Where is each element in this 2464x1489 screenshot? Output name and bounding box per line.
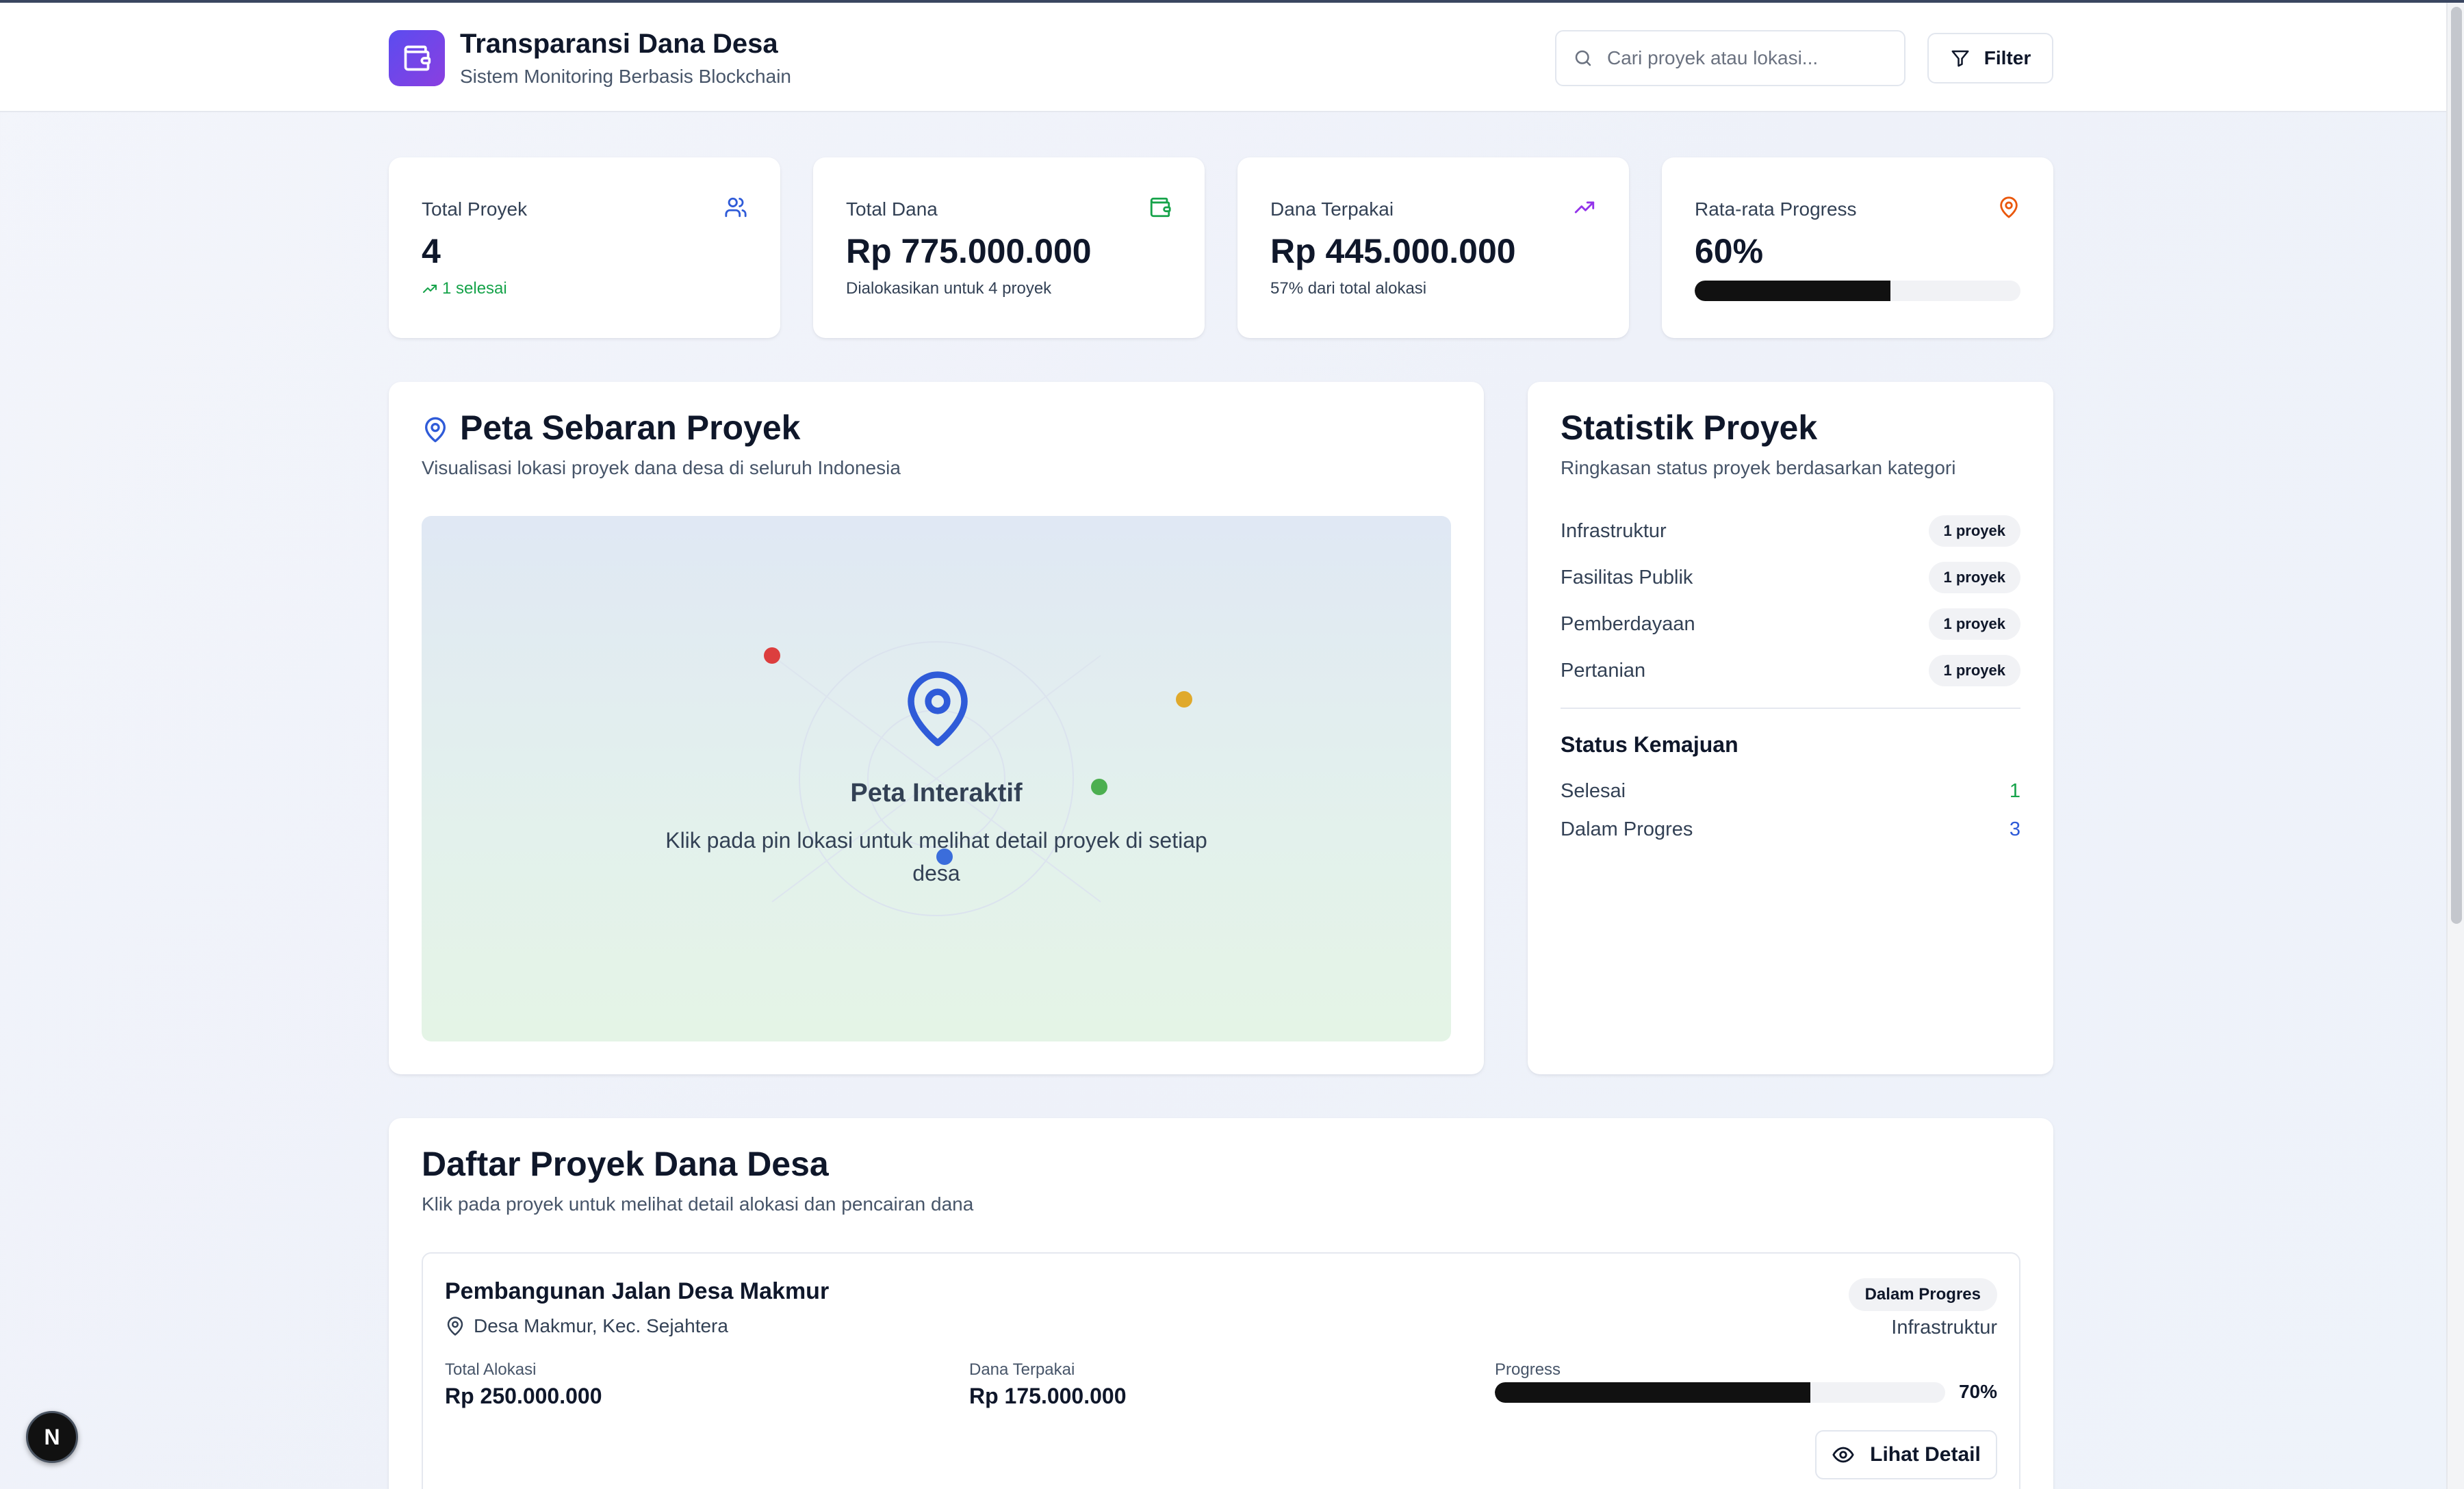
status-row: Selesai 1 <box>1561 780 2020 803</box>
map-pin-marker[interactable] <box>1176 691 1192 708</box>
category-row: Infrastruktur 1 proyek <box>1561 515 2020 547</box>
map-section-subtitle: Visualisasi lokasi proyek dana desa di s… <box>422 457 901 478</box>
map-pin-icon <box>2000 196 2018 218</box>
map-card: Peta Sebaran Proyek Visualisasi lokasi p… <box>389 382 1484 1074</box>
stat-label: Total Proyek <box>422 198 528 220</box>
map-pin-icon <box>908 671 968 747</box>
category-row: Pemberdayaan 1 proyek <box>1561 608 2020 640</box>
stat-label: Rata-rata Progress <box>1695 198 1857 220</box>
category-name: Infrastruktur <box>1561 519 1667 542</box>
app-title: Transparansi Dana Desa <box>460 29 778 59</box>
stat-value: Rp 445.000.000 <box>1270 232 1516 270</box>
view-detail-button[interactable]: Lihat Detail <box>1815 1430 1997 1479</box>
category-name: Pertanian <box>1561 659 1646 682</box>
page-scrollbar[interactable] <box>2446 3 2464 1489</box>
stat-label: Dana Terpakai <box>1270 198 1394 220</box>
filter-button[interactable]: Filter <box>1927 33 2053 83</box>
interactive-map[interactable]: Peta Interaktif Klik pada pin lokasi unt… <box>422 516 1451 1041</box>
spent-value: Rp 175.000.000 <box>969 1384 1127 1408</box>
map-section-title: Peta Sebaran Proyek <box>460 409 801 447</box>
project-status-badge: Dalam Progres <box>1848 1278 1997 1311</box>
allocation-value: Rp 250.000.000 <box>445 1384 602 1408</box>
category-count-badge: 1 proyek <box>1928 608 2020 640</box>
map-pin-marker[interactable] <box>764 647 780 664</box>
wallet-icon <box>404 45 431 71</box>
status-label: Dalam Progres <box>1561 818 1693 840</box>
project-location: Desa Makmur, Kec. Sejahtera <box>445 1315 728 1337</box>
filter-icon <box>1951 50 1969 67</box>
projects-title: Daftar Proyek Dana Desa <box>422 1145 829 1183</box>
project-location-text: Desa Makmur, Kec. Sejahtera <box>474 1315 728 1336</box>
category-count-badge: 1 proyek <box>1928 655 2020 686</box>
status-value: 3 <box>2009 818 2020 840</box>
dev-tools-badge[interactable]: N <box>26 1411 78 1463</box>
view-detail-label: Lihat Detail <box>1870 1443 1981 1466</box>
statistics-subtitle: Ringkasan status proyek berdasarkan kate… <box>1561 457 1956 478</box>
stat-sub: 1 selesai <box>422 279 507 298</box>
map-description: Klik pada pin lokasi untuk melihat detai… <box>665 828 1207 885</box>
project-progress-percent: 70% <box>1958 1381 1997 1402</box>
map-title: Peta Interaktif <box>850 779 1023 807</box>
stat-value: 60% <box>1695 232 1764 270</box>
project-progress-bar <box>1495 1382 1945 1403</box>
filter-label: Filter <box>1984 47 2031 68</box>
stat-card-total-dana: Total Dana Rp 775.000.000 Dialokasikan u… <box>813 157 1205 338</box>
stat-value: Rp 775.000.000 <box>846 232 1092 270</box>
map-pin-icon <box>447 1317 463 1336</box>
statistics-title: Statistik Proyek <box>1561 409 1818 447</box>
category-count-badge: 1 proyek <box>1928 515 2020 547</box>
project-progress-fill <box>1495 1382 1810 1403</box>
stat-card-dana-terpakai: Dana Terpakai Rp 445.000.000 57% dari to… <box>1237 157 1629 338</box>
divider <box>1561 708 2020 709</box>
app-logo <box>389 30 445 86</box>
progress-label: Progress <box>1495 1360 1561 1379</box>
trending-up-icon <box>423 285 437 293</box>
project-item[interactable]: Pembangunan Jalan Desa Makmur Desa Makmu… <box>422 1252 2020 1489</box>
stat-sub-text: 1 selesai <box>442 279 507 298</box>
average-progress-fill <box>1695 281 1890 301</box>
search-input[interactable] <box>1607 47 1895 69</box>
category-name: Fasilitas Publik <box>1561 566 1693 588</box>
trending-up-icon <box>1574 201 1595 213</box>
category-name: Pemberdayaan <box>1561 612 1695 635</box>
app-header: Transparansi Dana Desa Sistem Monitoring… <box>0 3 2446 112</box>
statistics-card: Statistik Proyek Ringkasan status proyek… <box>1528 382 2053 1074</box>
eye-icon <box>1832 1447 1854 1463</box>
stat-sub: 57% dari total alokasi <box>1270 279 1427 298</box>
spent-label: Dana Terpakai <box>969 1360 1075 1379</box>
stat-card-rata-rata-progress: Rata-rata Progress 60% <box>1662 157 2053 338</box>
project-name: Pembangunan Jalan Desa Makmur <box>445 1278 830 1304</box>
stat-label: Total Dana <box>846 198 938 220</box>
map-pin-icon <box>425 417 446 443</box>
users-icon <box>725 197 747 218</box>
status-title: Status Kemajuan <box>1561 732 1738 757</box>
category-row: Pertanian 1 proyek <box>1561 654 2020 687</box>
average-progress-bar <box>1695 281 2020 301</box>
status-label: Selesai <box>1561 780 1626 802</box>
stat-card-total-proyek: Total Proyek 4 1 selesai <box>389 157 780 338</box>
search-box[interactable] <box>1555 30 1905 86</box>
project-category: Infrastruktur <box>1891 1317 1997 1338</box>
search-icon <box>1575 50 1591 66</box>
category-count-badge: 1 proyek <box>1928 562 2020 593</box>
status-row: Dalam Progres 3 <box>1561 818 2020 841</box>
projects-subtitle: Klik pada proyek untuk melihat detail al… <box>422 1193 974 1215</box>
wallet-icon <box>1150 197 1171 218</box>
scrollbar-thumb[interactable] <box>2451 7 2462 924</box>
status-value: 1 <box>2009 780 2020 802</box>
projects-card: Daftar Proyek Dana Desa Klik pada proyek… <box>389 1118 2053 1489</box>
app-subtitle: Sistem Monitoring Berbasis Blockchain <box>460 66 791 87</box>
stat-value: 4 <box>422 232 441 270</box>
stat-sub: Dialokasikan untuk 4 proyek <box>846 279 1052 298</box>
allocation-label: Total Alokasi <box>445 1360 537 1379</box>
category-row: Fasilitas Publik 1 proyek <box>1561 561 2020 594</box>
